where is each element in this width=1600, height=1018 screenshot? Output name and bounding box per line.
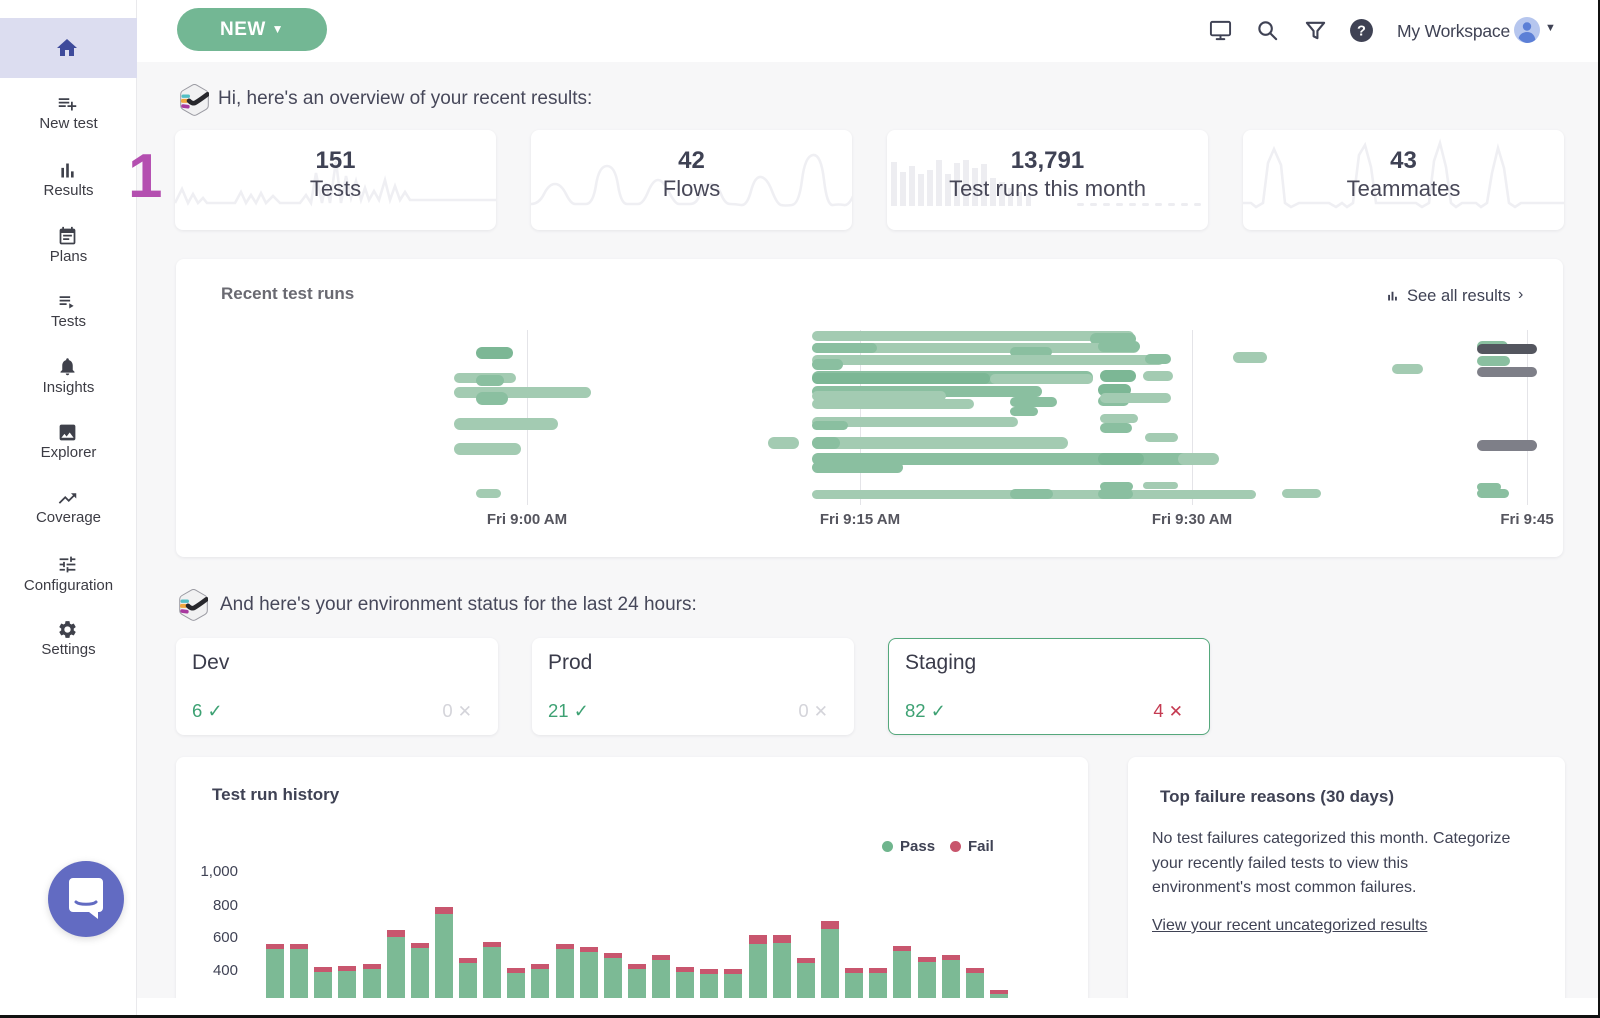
svg-text:?: ?	[1357, 24, 1366, 40]
